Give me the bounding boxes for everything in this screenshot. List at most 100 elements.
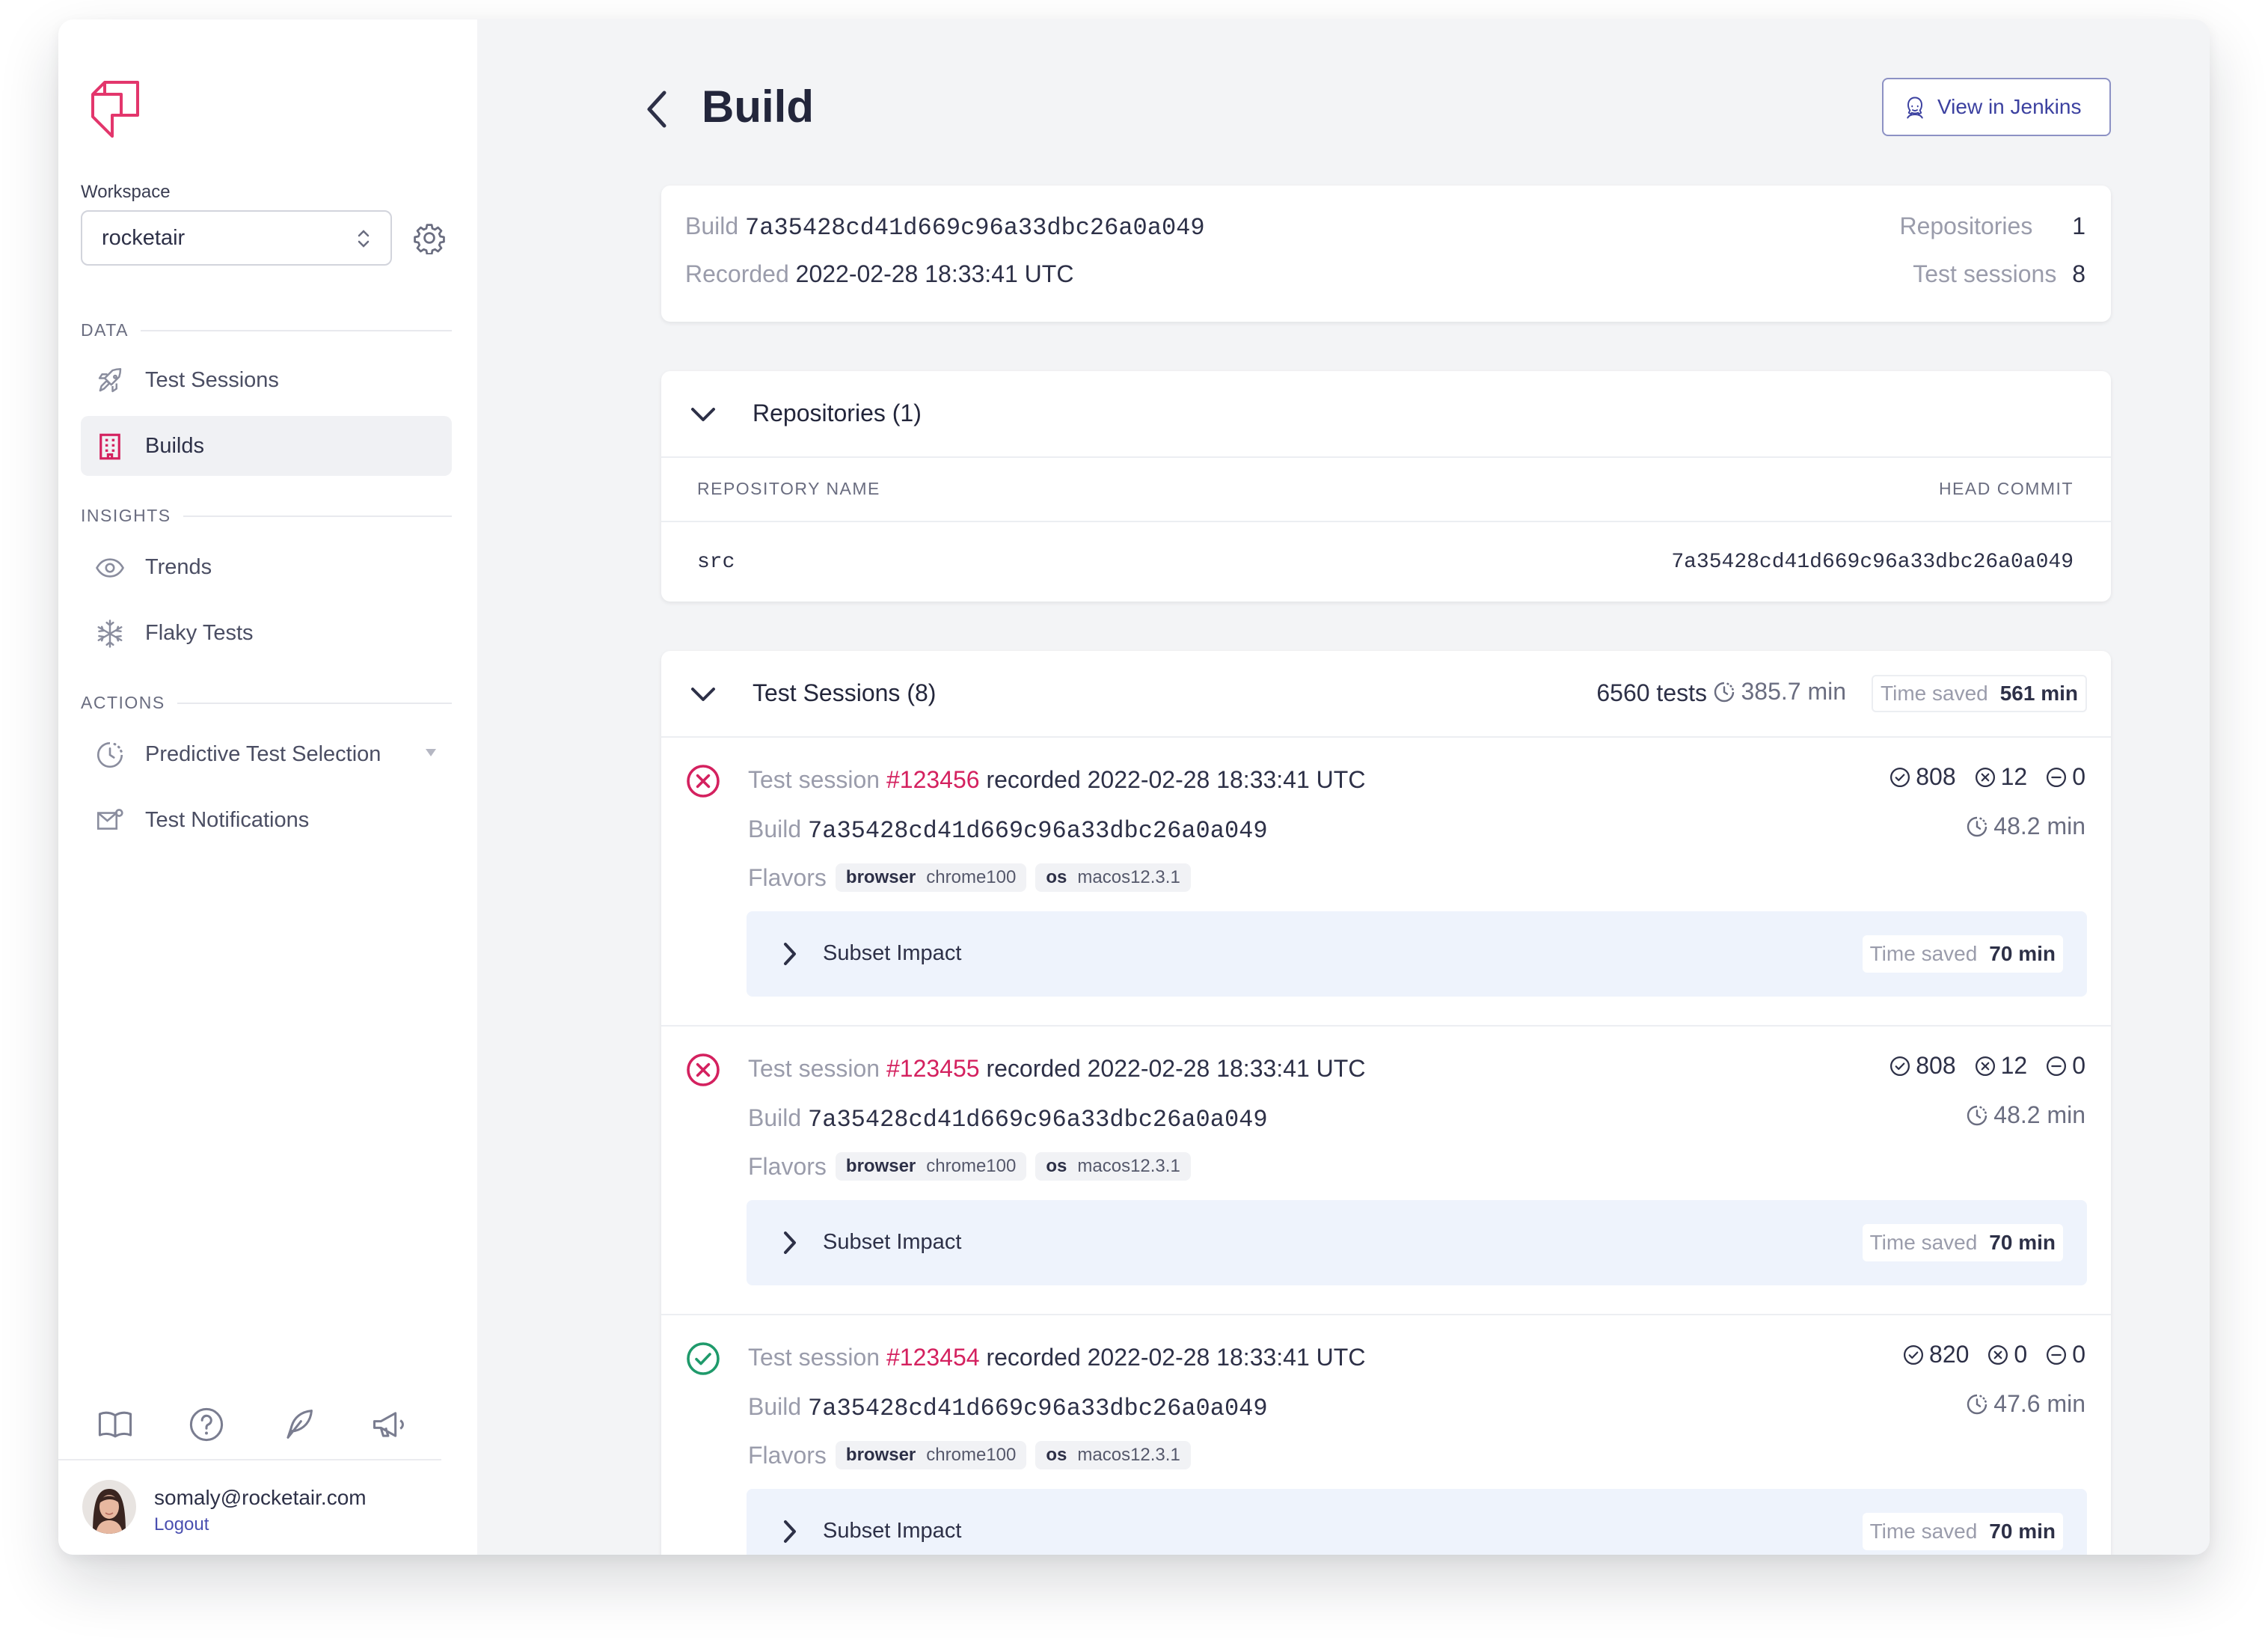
avatar[interactable] bbox=[82, 1480, 136, 1534]
flavor-key: browser bbox=[845, 867, 916, 887]
subset-impact-row[interactable]: Subset Impact Time saved 70 min bbox=[747, 1200, 2087, 1285]
session-title: Test session #123454 recorded 2022-02-28… bbox=[748, 1344, 1365, 1371]
workspace-label: Workspace bbox=[81, 182, 171, 202]
test-sessions-header[interactable]: Test Sessions (8) 6560 tests 385.7 min T… bbox=[661, 651, 2111, 738]
status-passed-icon bbox=[687, 1342, 720, 1375]
sidebar-item-label: Test Notifications bbox=[145, 807, 310, 832]
test-session-item[interactable]: Test session #123455 recorded 2022-02-28… bbox=[661, 1027, 2111, 1315]
session-build-id[interactable]: 7a35428cd41d669c96a33dbc26a0a049 bbox=[808, 1395, 1268, 1422]
session-build: Build 7a35428cd41d669c96a33dbc26a0a049 bbox=[748, 1104, 1268, 1133]
chevron-right-icon[interactable] bbox=[781, 1519, 799, 1544]
session-label: Test session bbox=[748, 766, 880, 793]
build-summary-card: Build 7a35428cd41d669c96a33dbc26a0a049 R… bbox=[661, 186, 2111, 322]
failed-value: 12 bbox=[2000, 763, 2028, 790]
repositories-header[interactable]: Repositories (1) bbox=[661, 371, 2111, 458]
gear-icon[interactable] bbox=[413, 221, 446, 254]
workspace-select[interactable]: rocketair bbox=[81, 210, 392, 266]
clock-dashed-icon bbox=[1967, 1105, 1987, 1125]
repositories-title: Repositories (1) bbox=[753, 400, 922, 426]
test-session-item[interactable]: Test session #123454 recorded 2022-02-28… bbox=[661, 1315, 2111, 1555]
book-icon[interactable] bbox=[96, 1405, 135, 1444]
session-build-label: Build bbox=[748, 816, 802, 842]
chevron-left-icon[interactable] bbox=[642, 87, 672, 132]
chevron-right-icon[interactable] bbox=[781, 941, 799, 967]
summary-test-sessions-label: Test sessions bbox=[1913, 260, 2057, 287]
section-actions-label: ACTIONS bbox=[81, 693, 165, 712]
failed-count: 12 bbox=[1974, 1052, 2027, 1080]
col-repository-name: REPOSITORY NAME bbox=[697, 479, 880, 498]
repositories-divider bbox=[661, 521, 2111, 522]
flavor-tag: browser chrome100 bbox=[835, 1152, 1027, 1181]
section-data: DATA bbox=[81, 320, 452, 340]
megaphone-icon[interactable] bbox=[370, 1405, 408, 1444]
caret-down-icon[interactable] bbox=[423, 747, 438, 759]
skipped-count: 0 bbox=[2045, 1341, 2085, 1368]
chevron-down-icon[interactable] bbox=[688, 403, 718, 426]
flavor-tag: browser chrome100 bbox=[835, 863, 1027, 892]
feather-icon[interactable] bbox=[278, 1405, 317, 1444]
sidebar-item-predictive-test-selection[interactable]: Predictive Test Selection bbox=[81, 724, 452, 784]
clock-dashed-icon bbox=[1714, 682, 1735, 702]
session-build-id[interactable]: 7a35428cd41d669c96a33dbc26a0a049 bbox=[808, 817, 1268, 845]
flavor-value: macos12.3.1 bbox=[1077, 867, 1180, 887]
session-recorded-value: 2022-02-28 18:33:41 UTC bbox=[1087, 766, 1366, 793]
test-session-item[interactable]: Test session #123456 recorded 2022-02-28… bbox=[661, 738, 2111, 1027]
repository-name-cell[interactable]: src bbox=[697, 551, 735, 574]
test-sessions-count: 6560 tests bbox=[1596, 679, 1707, 706]
session-recorded-value: 2022-02-28 18:33:41 UTC bbox=[1087, 1344, 1366, 1371]
launchable-logo-icon[interactable] bbox=[82, 79, 142, 139]
session-duration: 48.2 min bbox=[1965, 813, 2085, 840]
view-in-jenkins-button[interactable]: View in Jenkins bbox=[1882, 78, 2111, 136]
section-insights: INSIGHTS bbox=[81, 506, 452, 526]
subset-time-saved-label: Time saved bbox=[1869, 1520, 1978, 1543]
summary-build-label: Build bbox=[685, 212, 739, 239]
flavor-value: chrome100 bbox=[926, 1445, 1017, 1465]
chevron-down-icon[interactable] bbox=[688, 682, 718, 706]
summary-recorded-value: 2022-02-28 18:33:41 UTC bbox=[795, 260, 1074, 287]
session-id-link[interactable]: #123455 bbox=[886, 1055, 980, 1082]
subset-impact-label: Subset Impact bbox=[823, 1230, 962, 1254]
chevron-right-icon[interactable] bbox=[781, 1230, 799, 1255]
session-build-id[interactable]: 7a35428cd41d669c96a33dbc26a0a049 bbox=[808, 1106, 1268, 1133]
flavor-key: os bbox=[1046, 1156, 1067, 1176]
sidebar-item-test-notifications[interactable]: Test Notifications bbox=[81, 790, 452, 850]
subset-impact-row[interactable]: Subset Impact Time saved 70 min bbox=[747, 911, 2087, 997]
repositories-card: Repositories (1) REPOSITORY NAME HEAD CO… bbox=[661, 371, 2111, 602]
sidebar-item-test-sessions[interactable]: Test Sessions bbox=[81, 350, 452, 410]
section-actions: ACTIONS bbox=[81, 693, 452, 713]
workspace-select-value: rocketair bbox=[102, 225, 186, 250]
passed-count: 808 bbox=[1889, 1052, 1956, 1080]
session-title: Test session #123456 recorded 2022-02-28… bbox=[748, 766, 1365, 794]
x-circle-icon bbox=[1975, 767, 1995, 787]
x-circle-icon bbox=[1988, 1344, 2008, 1365]
flavor-tag: os macos12.3.1 bbox=[1035, 863, 1191, 892]
sidebar-item-flaky-tests[interactable]: Flaky Tests bbox=[81, 603, 452, 663]
logout-link[interactable]: Logout bbox=[154, 1514, 209, 1535]
sidebar-item-trends[interactable]: Trends bbox=[81, 537, 452, 597]
subset-time-saved: Time saved 70 min bbox=[1862, 1513, 2063, 1550]
session-id-link[interactable]: #123456 bbox=[886, 766, 980, 793]
session-label: Test session bbox=[748, 1055, 880, 1082]
session-duration-value: 48.2 min bbox=[1993, 813, 2085, 839]
session-counts: 808 12 0 bbox=[1871, 763, 2085, 791]
subset-impact-row[interactable]: Subset Impact Time saved 70 min bbox=[747, 1489, 2087, 1555]
summary-test-sessions-value: 8 bbox=[2072, 260, 2085, 287]
summary-test-sessions: Test sessions 8 bbox=[1913, 260, 2085, 288]
session-recorded-label: recorded bbox=[986, 1344, 1081, 1371]
minus-circle-icon bbox=[2047, 767, 2067, 787]
minus-circle-icon bbox=[2047, 1344, 2067, 1365]
failed-count: 12 bbox=[1974, 763, 2028, 791]
flavor-key: browser bbox=[845, 1445, 916, 1465]
sidebar-item-builds[interactable]: Builds bbox=[81, 416, 452, 476]
subset-time-saved-value: 70 min bbox=[1989, 942, 2056, 965]
check-circle-icon bbox=[1890, 1056, 1910, 1076]
failed-count: 0 bbox=[1987, 1341, 2027, 1368]
help-icon[interactable] bbox=[187, 1405, 226, 1444]
skipped-value: 0 bbox=[2072, 1341, 2085, 1368]
session-id-link[interactable]: #123454 bbox=[886, 1344, 980, 1371]
status-failed-icon bbox=[687, 765, 720, 798]
session-build: Build 7a35428cd41d669c96a33dbc26a0a049 bbox=[748, 1393, 1268, 1422]
repository-commit-cell[interactable]: 7a35428cd41d669c96a33dbc26a0a049 bbox=[1671, 551, 2074, 574]
summary-build-id: 7a35428cd41d669c96a33dbc26a0a049 bbox=[745, 214, 1205, 242]
check-circle-icon bbox=[1904, 1344, 1924, 1365]
